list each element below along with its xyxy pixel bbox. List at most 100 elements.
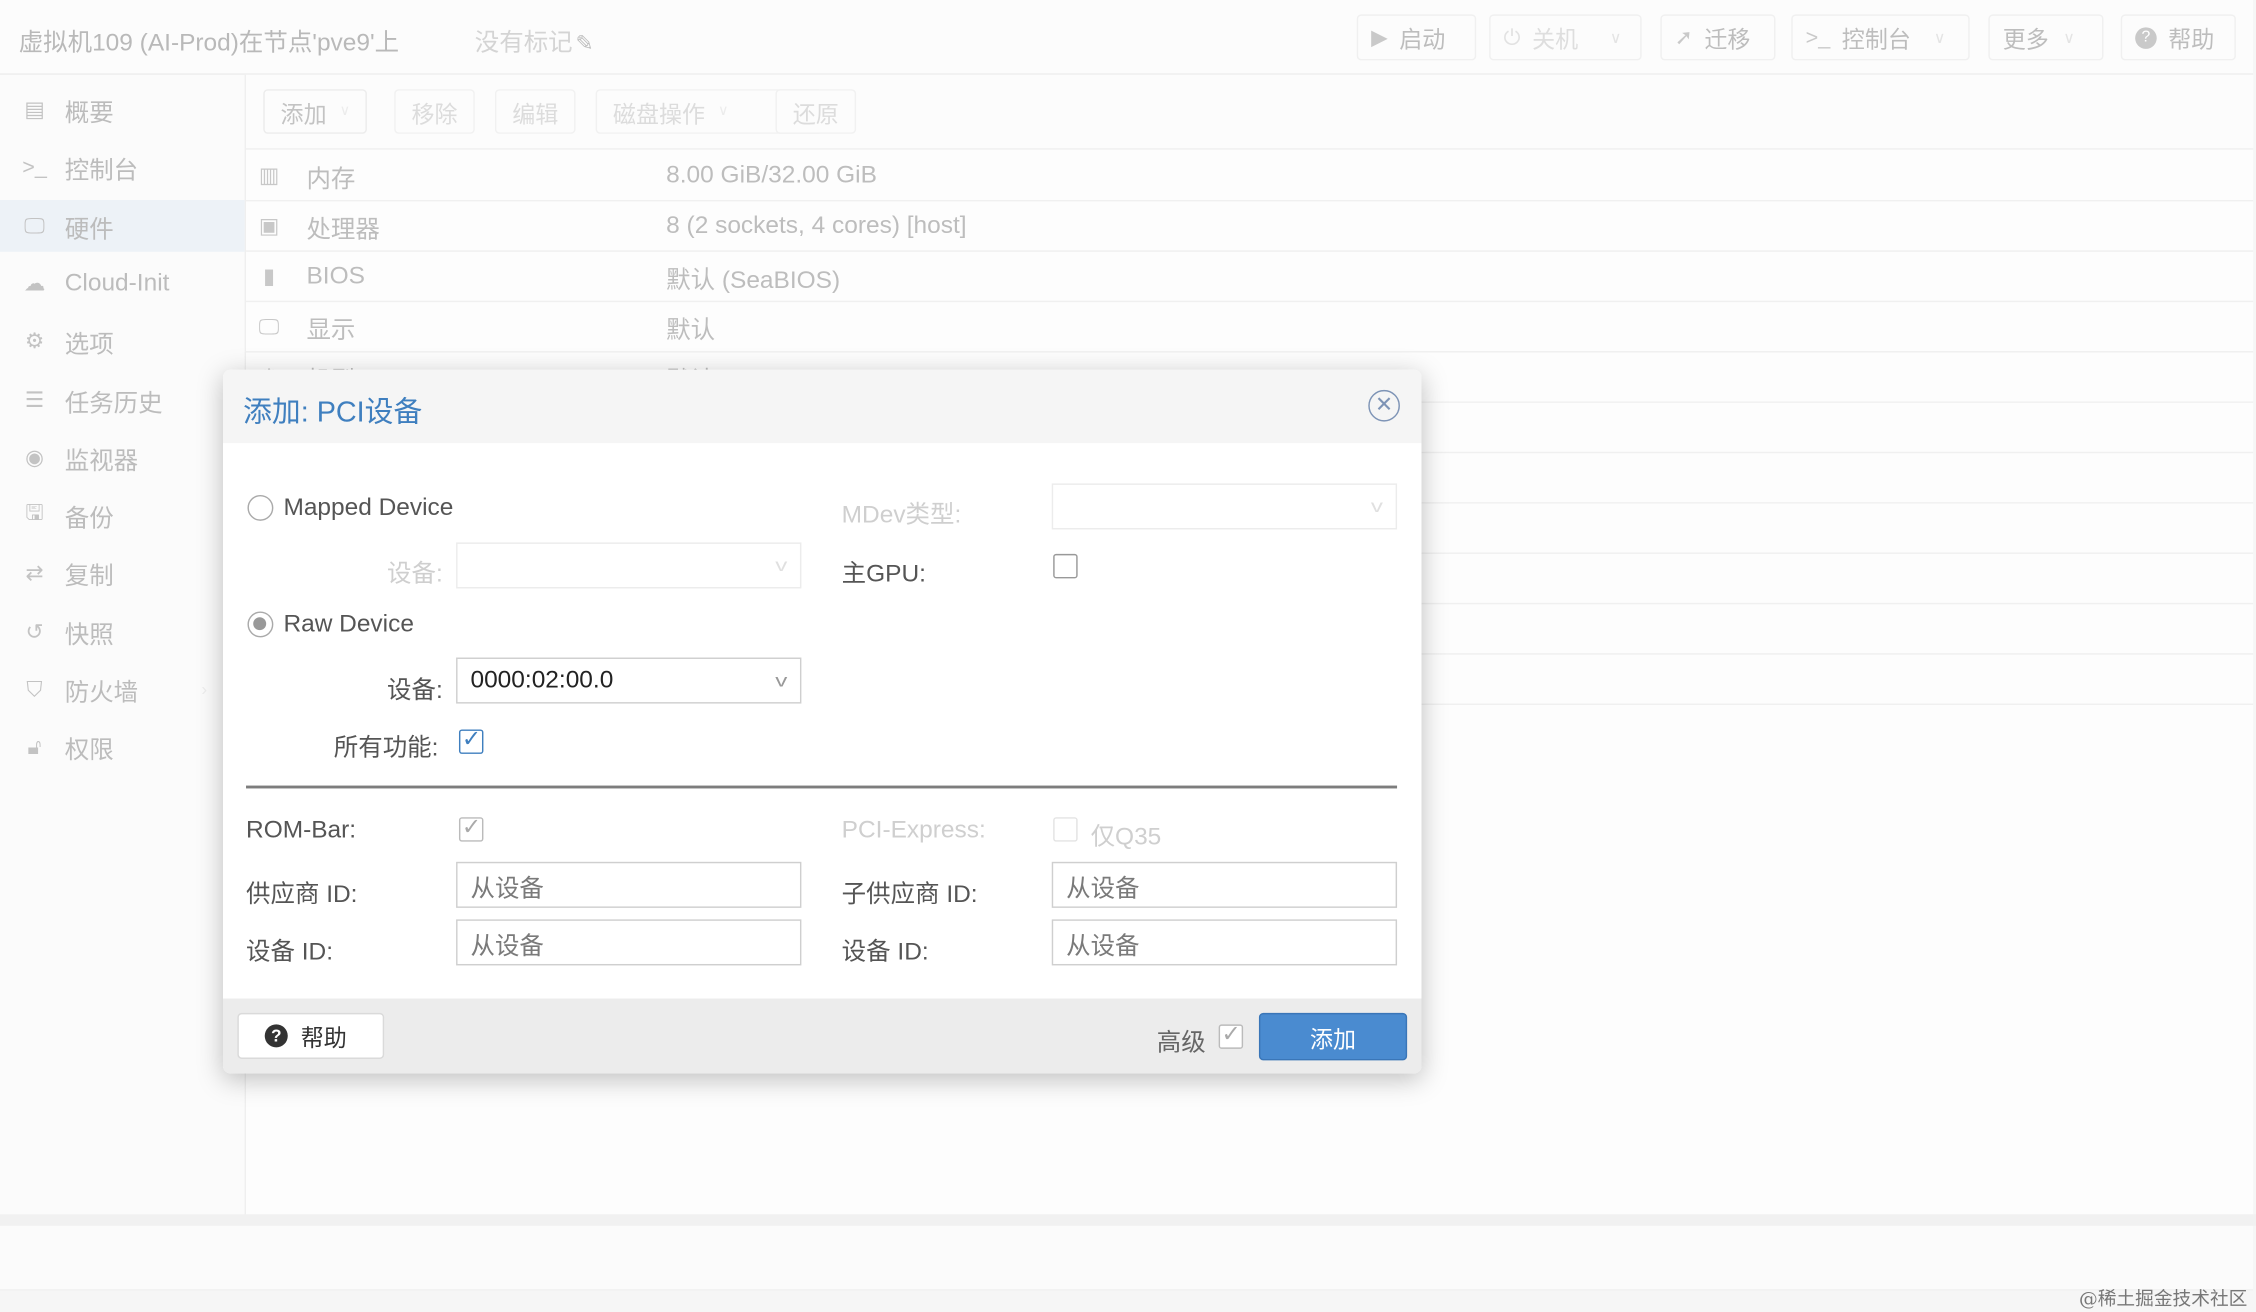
rombar-label: ROM-Bar:	[246, 815, 357, 844]
disk-action-label: 磁盘操作	[612, 102, 706, 128]
device-id-input[interactable]: 从设备	[456, 919, 802, 966]
advanced-label: 高级	[1156, 1028, 1206, 1057]
revert-button[interactable]: 还原	[775, 89, 857, 134]
primary-gpu-checkbox[interactable]	[1053, 553, 1078, 579]
vm-header: 虚拟机109 (AI-Prod)在节点'pve9'上 没有标记 ✎ ▶ 启动 ⏻ 关机…	[0, 0, 2254, 75]
task-log-panel	[0, 1225, 2254, 1291]
sub-device-id-input[interactable]: 从设备	[1051, 919, 1398, 966]
add-label: 添加	[1309, 1028, 1357, 1053]
sidebar-item-monitor[interactable]: ◉ 监视器	[0, 432, 245, 484]
hardware-row-display[interactable]: 🖵 显示 默认	[246, 302, 2254, 353]
chevron-down-icon[interactable]: ∨	[1610, 28, 1622, 46]
rombar-checkbox[interactable]	[458, 813, 484, 842]
vendor-id-input[interactable]: 从设备	[456, 861, 802, 908]
mapped-device-label: Mapped Device	[283, 493, 454, 521]
help-button-header[interactable]: ? 帮助	[2120, 14, 2236, 61]
watermark: @稀土掘金技术社区	[2079, 1289, 2248, 1311]
power-icon: ⏻	[1503, 25, 1521, 50]
chevron-down-icon: v	[775, 555, 788, 576]
mdev-type-label: MDev类型:	[841, 500, 962, 529]
edit-label: 编辑	[512, 102, 559, 128]
sidebar-item-label: 备份	[64, 504, 114, 532]
shutdown-button[interactable]: ⏻ 关机 ∨	[1489, 14, 1642, 61]
chevron-down-icon: v	[775, 670, 788, 691]
add-hardware-button[interactable]: 添加 ∨	[263, 89, 368, 134]
hardware-toolbar: 添加 ∨ 移除 编辑 磁盘操作 ∨ 还原	[246, 74, 2254, 150]
sidebar-item-firewall[interactable]: ⛉ 防火墙 ›	[0, 663, 245, 715]
sidebar-item-permissions[interactable]: 🔓︎ 权限	[0, 721, 245, 773]
help-label: 帮助	[300, 1027, 347, 1052]
more-label: 更多	[2002, 28, 2049, 54]
help-button[interactable]: ? 帮助	[237, 1012, 385, 1059]
eye-icon: ◉	[25, 446, 44, 471]
add-label: 添加	[280, 102, 327, 128]
sidebar-item-task-history[interactable]: ☰ 任务历史	[0, 374, 245, 426]
sidebar-item-hardware[interactable]: 🖵 硬件	[0, 199, 245, 252]
mdev-type-select[interactable]: v	[1051, 483, 1398, 530]
mapped-device-field-label: 设备:	[387, 559, 443, 588]
all-functions-checkbox[interactable]	[458, 725, 484, 754]
panel-splitter[interactable]	[0, 1214, 2256, 1226]
hardware-row-processor[interactable]: ▣ 处理器 8 (2 sockets, 4 cores) [host]	[246, 201, 2254, 252]
paper-plane-icon: ➚	[1674, 25, 1693, 51]
remove-button[interactable]: 移除	[394, 89, 475, 134]
vm-title: 虚拟机109 (AI-Prod)在节点'pve9'上	[18, 28, 400, 57]
add-button[interactable]: 添加	[1258, 1012, 1408, 1061]
mapped-device-select[interactable]: v	[456, 542, 802, 589]
sidebar-item-backup[interactable]: 🖫 备份	[0, 489, 245, 541]
chevron-down-icon[interactable]: ∨	[1934, 28, 1946, 46]
terminal-icon: >_	[22, 154, 47, 180]
pencil-icon[interactable]: ✎	[576, 32, 594, 56]
sidebar-item-label: 控制台	[64, 156, 139, 184]
retweet-icon: ⇄	[25, 561, 44, 586]
sidebar-item-label: 任务历史	[64, 389, 163, 417]
row-value: 8 (2 sockets, 4 cores) [host]	[666, 211, 967, 239]
unlock-icon: 🔓︎	[27, 734, 42, 759]
start-button[interactable]: ▶ 启动	[1356, 14, 1477, 61]
device-id-label: 设备 ID:	[246, 938, 334, 966]
sidebar-item-options[interactable]: ⚙ 选项	[0, 315, 245, 367]
revert-label: 还原	[792, 102, 839, 128]
sidebar-item-cloud-init[interactable]: ☁ Cloud-Init	[0, 258, 245, 310]
pcie-checkbox[interactable]	[1053, 817, 1078, 842]
row-key: 显示	[306, 315, 356, 344]
remove-label: 移除	[411, 102, 458, 128]
sidebar-item-snapshots[interactable]: ↺ 快照	[0, 606, 245, 658]
mapped-device-radio[interactable]	[247, 494, 274, 521]
migrate-button[interactable]: ➚ 迁移	[1660, 14, 1776, 61]
more-button[interactable]: 更多 ∨	[1988, 14, 2104, 61]
vendor-id-placeholder: 从设备	[470, 874, 544, 902]
chevron-right-icon[interactable]: ›	[201, 679, 207, 699]
hardware-row-bios[interactable]: ▮ BIOS 默认 (SeaBIOS)	[246, 252, 2254, 303]
raw-device-select[interactable]: 0000:02:00.0 v	[456, 657, 802, 704]
advanced-divider	[246, 785, 1398, 789]
terminal-icon: >_	[1805, 25, 1831, 50]
dialog-header[interactable]: 添加: PCI设备 ✕	[223, 369, 1422, 444]
sidebar-item-summary[interactable]: ▤ 概要	[0, 83, 245, 135]
monitor-icon: 🖵	[258, 314, 280, 339]
cpu-icon: ▣	[258, 214, 280, 239]
close-icon[interactable]: ✕	[1368, 389, 1400, 422]
all-functions-label: 所有功能:	[333, 733, 439, 762]
advanced-checkbox[interactable]	[1218, 1020, 1244, 1049]
help-label: 帮助	[2168, 28, 2215, 54]
raw-device-field-label: 设备:	[387, 676, 443, 704]
sidebar-item-label: 硬件	[64, 215, 114, 243]
shield-icon: ⛉	[26, 676, 43, 702]
shutdown-label: 关机	[1532, 28, 1579, 54]
sidebar-item-label: 选项	[64, 330, 114, 358]
hardware-row-memory[interactable]: ▥ 内存 8.00 GiB/32.00 GiB	[246, 151, 2254, 202]
sidebar-item-replication[interactable]: ⇄ 复制	[0, 547, 245, 599]
raw-device-radio[interactable]	[247, 611, 274, 638]
raw-device-label: Raw Device	[283, 610, 414, 638]
start-label: 启动	[1399, 28, 1446, 54]
console-button[interactable]: >_ 控制台 ∨	[1791, 14, 1970, 61]
chevron-down-icon: ∨	[2063, 29, 2075, 47]
sidebar-item-console[interactable]: >_ 控制台	[0, 141, 245, 193]
edit-button[interactable]: 编辑	[494, 89, 576, 134]
tags-editor[interactable]: 没有标记 ✎	[475, 22, 594, 58]
memory-icon: ▥	[258, 164, 280, 189]
sub-vendor-id-input[interactable]: 从设备	[1051, 861, 1398, 908]
play-icon: ▶	[1371, 25, 1388, 51]
device-id-placeholder: 从设备	[470, 931, 544, 959]
